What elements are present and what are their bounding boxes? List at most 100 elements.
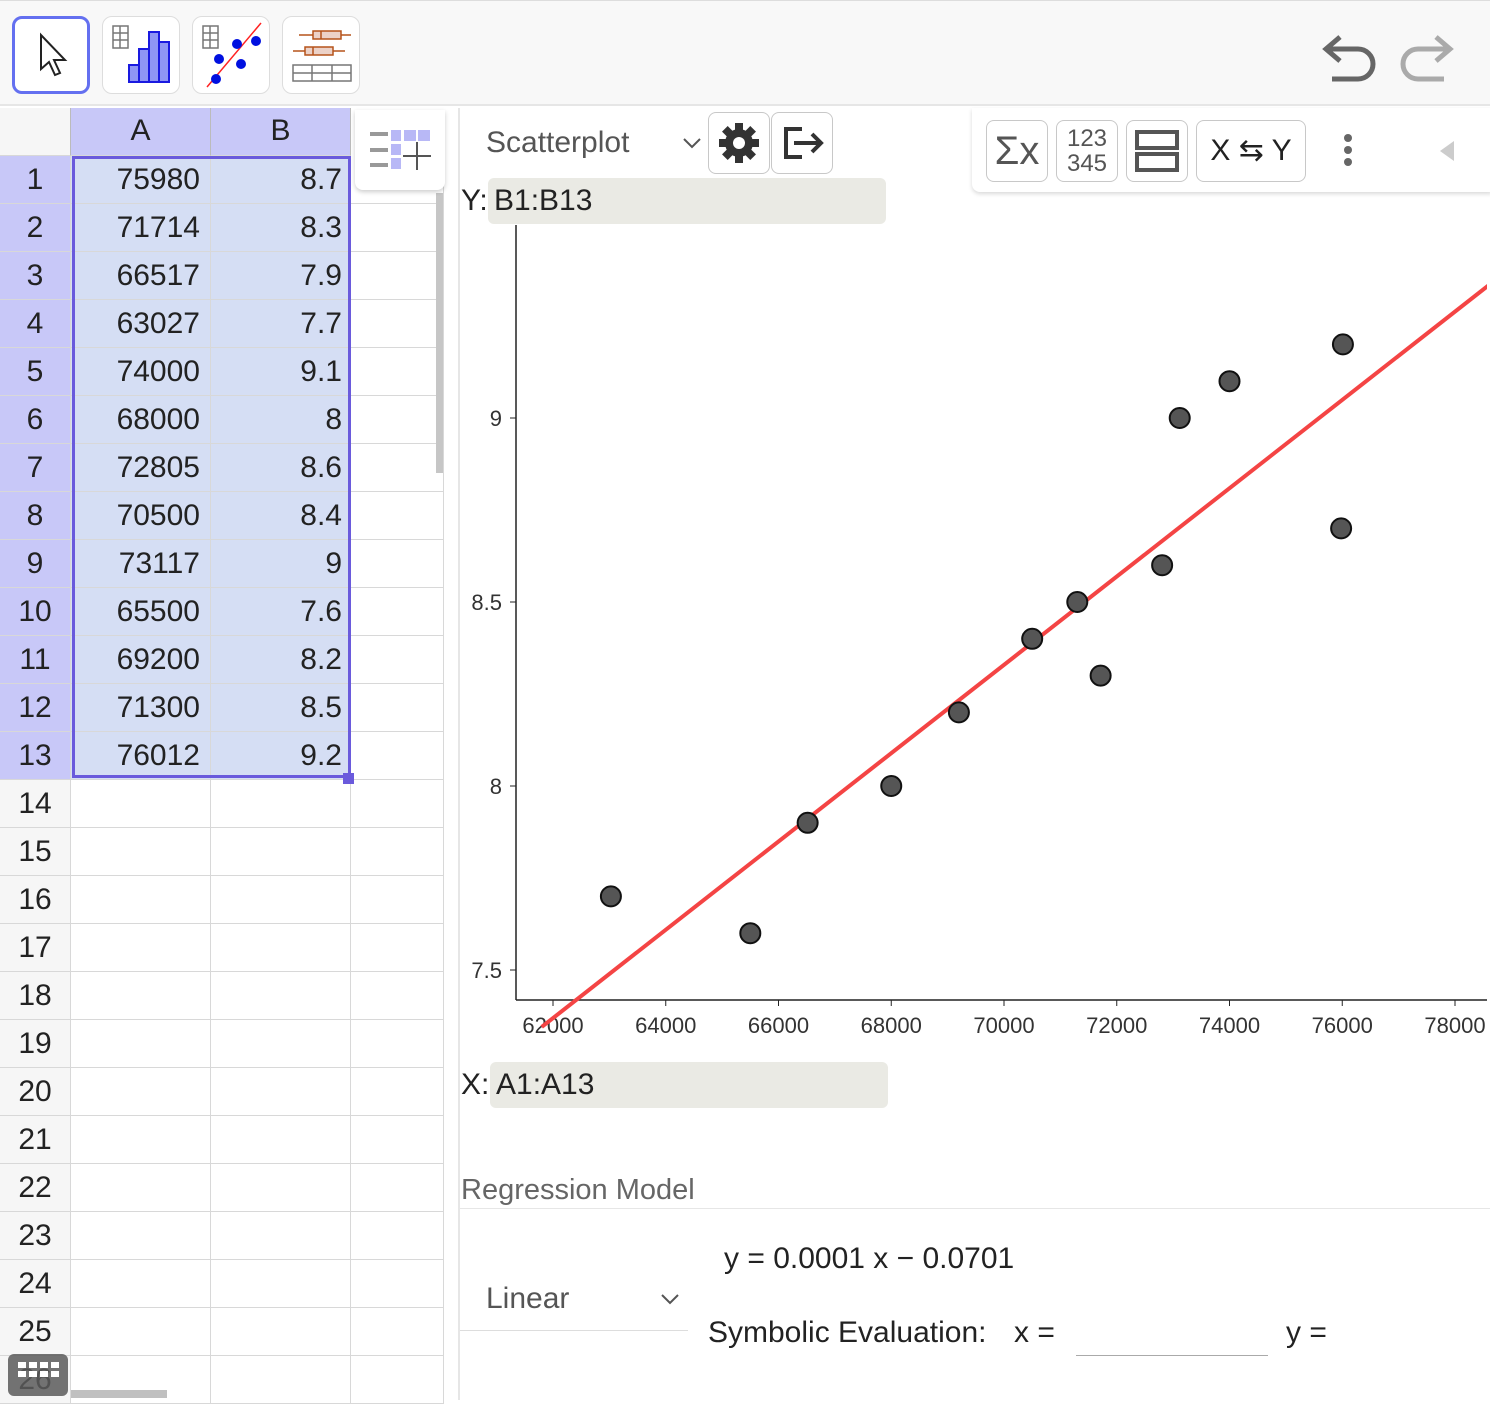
cell-b[interactable] [211,1068,351,1116]
x-source-input[interactable]: A1:A13 [490,1062,888,1108]
cell-c[interactable] [351,780,444,828]
cell-c[interactable] [351,396,444,444]
cell-b[interactable] [211,1116,351,1164]
column-header-b[interactable]: B [211,108,351,156]
row-header[interactable]: 21 [0,1116,71,1164]
row-header[interactable]: 9 [0,540,71,588]
cell-a[interactable] [71,1308,211,1356]
cell-c[interactable] [351,1260,444,1308]
row-header[interactable]: 20 [0,1068,71,1116]
row-header[interactable]: 4 [0,300,71,348]
row-header[interactable]: 22 [0,1164,71,1212]
cell-c[interactable] [351,588,444,636]
cell-b[interactable] [211,1212,351,1260]
cell-a[interactable] [71,1212,211,1260]
cell-c[interactable] [351,444,444,492]
second-plot-button[interactable] [1126,120,1188,182]
keyboard-toggle-button[interactable] [8,1354,68,1396]
cell-a[interactable] [71,828,211,876]
swap-xy-button[interactable]: X ⇆ Y [1196,120,1306,182]
cell-a[interactable] [71,1116,211,1164]
spreadsheet-style-button[interactable] [355,110,445,190]
cell-b[interactable] [211,972,351,1020]
x-evaluation-input[interactable] [1076,1320,1268,1356]
cell-c[interactable] [351,1356,444,1404]
cell-c[interactable] [351,972,444,1020]
cell-b[interactable] [211,1164,351,1212]
row-header[interactable]: 17 [0,924,71,972]
cell-c[interactable] [351,636,444,684]
cell-c[interactable] [351,828,444,876]
cell-b[interactable] [211,1308,351,1356]
cell-a[interactable] [71,780,211,828]
cell-c[interactable] [351,876,444,924]
statistics-button[interactable]: Σx [986,120,1048,182]
cell-c[interactable] [351,348,444,396]
cell-c[interactable] [351,252,444,300]
row-header[interactable]: 8 [0,492,71,540]
cell-c[interactable] [351,204,444,252]
cell-b[interactable] [211,1356,351,1404]
row-header[interactable]: 2 [0,204,71,252]
row-header[interactable]: 13 [0,732,71,780]
row-header[interactable]: 18 [0,972,71,1020]
row-header[interactable]: 25 [0,1308,71,1356]
cell-c[interactable] [351,924,444,972]
cell-c[interactable] [351,1164,444,1212]
plot-type-dropdown[interactable]: Scatterplot [486,126,629,160]
row-header[interactable]: 23 [0,1212,71,1260]
row-header[interactable]: 5 [0,348,71,396]
cell-a[interactable] [71,876,211,924]
horizontal-scrollbar[interactable] [71,1390,167,1398]
cell-a[interactable] [71,1068,211,1116]
cell-c[interactable] [351,1116,444,1164]
redo-icon[interactable] [1392,29,1458,85]
cell-a[interactable] [71,924,211,972]
row-header[interactable]: 16 [0,876,71,924]
row-header[interactable]: 19 [0,1020,71,1068]
cell-b[interactable] [211,1260,351,1308]
row-header[interactable]: 6 [0,396,71,444]
cell-c[interactable] [351,1020,444,1068]
row-header[interactable]: 10 [0,588,71,636]
export-button[interactable] [771,112,833,174]
collapse-toolbar-icon[interactable] [1436,138,1460,164]
multi-variable-analysis-button[interactable] [282,16,360,94]
cell-a[interactable] [71,1020,211,1068]
row-header[interactable]: 14 [0,780,71,828]
undo-icon[interactable] [1318,29,1384,85]
show-data-button[interactable]: 123 345 [1056,120,1118,182]
cell-c[interactable] [351,1212,444,1260]
move-tool-button[interactable] [12,16,90,94]
column-header-a[interactable]: A [71,108,211,156]
cell-c[interactable] [351,492,444,540]
regression-model-dropdown[interactable]: Linear [486,1282,569,1316]
cell-b[interactable] [211,876,351,924]
more-options-icon[interactable] [1336,132,1360,172]
fill-handle[interactable] [343,773,354,784]
chevron-down-icon[interactable] [682,136,702,150]
row-header[interactable]: 3 [0,252,71,300]
cell-c[interactable] [351,300,444,348]
cell-b[interactable] [211,780,351,828]
cell-a[interactable] [71,1164,211,1212]
two-variable-regression-button[interactable] [192,16,270,94]
cell-c[interactable] [351,684,444,732]
vertical-scrollbar[interactable] [436,193,443,473]
row-header[interactable]: 15 [0,828,71,876]
chevron-down-icon[interactable] [660,1292,680,1306]
cell-c[interactable] [351,1308,444,1356]
one-variable-analysis-button[interactable] [102,16,180,94]
row-header[interactable]: 7 [0,444,71,492]
cell-c[interactable] [351,540,444,588]
row-header[interactable]: 1 [0,156,71,204]
row-header[interactable]: 12 [0,684,71,732]
cell-b[interactable] [211,924,351,972]
plot-settings-button[interactable] [708,112,770,174]
cell-c[interactable] [351,732,444,780]
cell-a[interactable] [71,1260,211,1308]
row-header[interactable]: 11 [0,636,71,684]
row-header[interactable]: 24 [0,1260,71,1308]
cell-b[interactable] [211,828,351,876]
cell-c[interactable] [351,1068,444,1116]
